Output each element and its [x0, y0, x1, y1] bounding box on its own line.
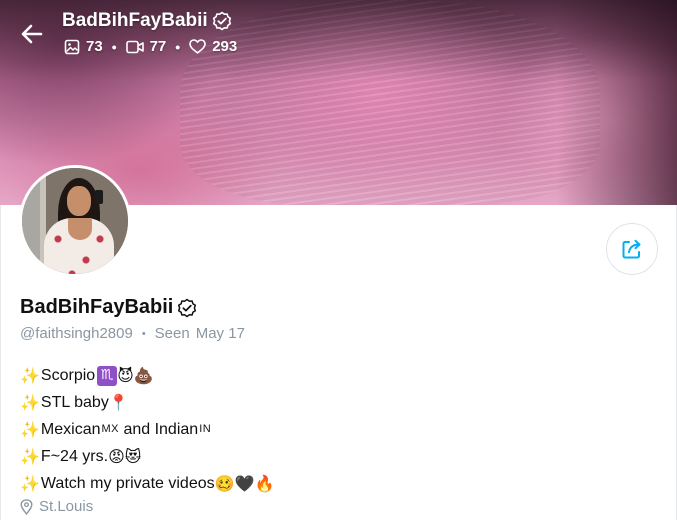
- handle-separator: •: [141, 327, 146, 340]
- back-button[interactable]: [18, 20, 46, 48]
- stats-separator: •: [111, 38, 117, 55]
- profile-handle: @faithsingh2809: [20, 325, 133, 342]
- bio-text: Scorpio: [40, 367, 96, 384]
- bio-emojis: 🥴🖤🔥: [214, 474, 275, 493]
- bio-text: and Indian: [119, 421, 199, 438]
- verified-badge-icon: [212, 11, 231, 31]
- arrow-left-icon: [21, 24, 43, 44]
- videos-count-value: 77: [149, 38, 167, 55]
- bio-text: Mexican: [40, 421, 101, 438]
- sparkles-icon: ✨: [20, 447, 40, 466]
- sparkles-icon: ✨: [20, 366, 40, 385]
- video-camera-icon: [125, 40, 144, 53]
- scorpio-icon: ♏: [97, 365, 118, 386]
- profile-location: St.Louis: [20, 498, 93, 515]
- location-text: St.Louis: [39, 498, 94, 515]
- photos-count-value: 73: [86, 38, 103, 55]
- bio-emojis: 😈💩: [117, 366, 154, 385]
- bio-emojis: 😡😻: [108, 447, 142, 466]
- bio-line: ✨ Watch my private videos 🥴🖤🔥: [20, 470, 274, 497]
- header-title: BadBihFayBabii: [62, 10, 232, 32]
- bio-text: F~24 yrs.: [40, 448, 109, 465]
- profile-bio: ✨ Scorpio ♏ 😈💩 ✨ STL baby 📍 ✨ Mexican MX…: [20, 362, 274, 497]
- bio-line: ✨ Scorpio ♏ 😈💩: [20, 362, 274, 389]
- in-tag: IN: [199, 423, 212, 435]
- sparkles-icon: ✨: [20, 474, 40, 493]
- share-button[interactable]: [606, 223, 658, 275]
- sparkles-icon: ✨: [20, 420, 40, 439]
- bio-text: Watch my private videos: [40, 475, 215, 492]
- bio-line: ✨ STL baby 📍: [20, 389, 274, 416]
- profile-name-row: BadBihFayBabii: [20, 296, 197, 319]
- profile-display-name: BadBihFayBabii: [20, 296, 174, 318]
- avatar-face: [67, 186, 91, 216]
- stats-separator: •: [175, 38, 181, 55]
- avatar-phone: [95, 190, 103, 204]
- avatar[interactable]: [19, 165, 131, 277]
- profile-handle-row: @faithsingh2809 • Seen May 17: [20, 325, 245, 342]
- likes-count-value: 293: [212, 38, 238, 55]
- map-pin-icon: [20, 498, 33, 515]
- last-seen-date: May 17: [195, 325, 245, 342]
- mx-tag: MX: [101, 423, 119, 435]
- videos-count[interactable]: 77: [125, 38, 167, 55]
- share-icon: [622, 239, 641, 259]
- bio-text: STL baby: [40, 394, 109, 411]
- header-stats: 73 • 77 • 293: [64, 38, 237, 55]
- verified-badge-icon: [178, 298, 197, 317]
- image-icon: [64, 39, 80, 54]
- likes-count: 293: [189, 38, 237, 55]
- pin-emoji: 📍: [108, 393, 129, 412]
- last-seen-label: Seen: [154, 325, 190, 342]
- heart-icon: [189, 39, 206, 54]
- bio-line: ✨ F~24 yrs. 😡😻: [20, 443, 274, 470]
- header-display-name: BadBihFayBabii: [62, 10, 208, 31]
- avatar-skin: [68, 218, 92, 240]
- bio-line: ✨ Mexican MX and Indian IN: [20, 416, 274, 443]
- sparkles-icon: ✨: [20, 393, 40, 412]
- photos-count[interactable]: 73: [64, 38, 103, 55]
